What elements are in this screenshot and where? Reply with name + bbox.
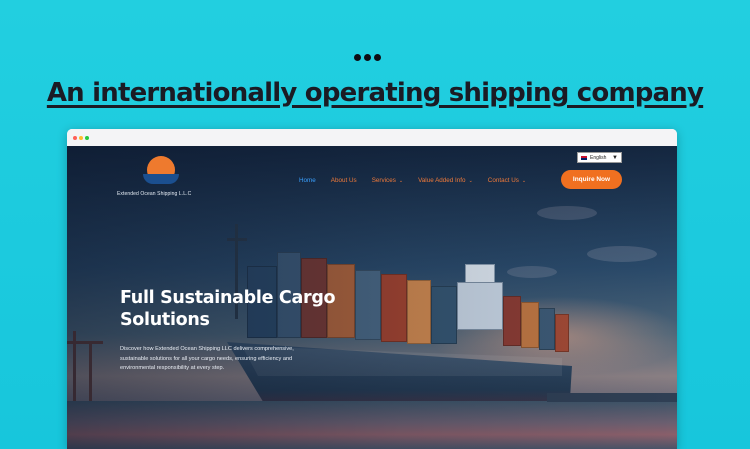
nav-label: Value Added Info (418, 177, 466, 184)
nav-label: Contact Us (487, 177, 519, 184)
chevron-down-icon: ⌄ (468, 177, 473, 184)
browser-chrome (67, 129, 677, 146)
dot (364, 54, 371, 61)
browser-window: Extended Ocean Shipping L.L.C English ▼ … (67, 129, 677, 449)
website-viewport: Extended Ocean Shipping L.L.C English ▼ … (67, 146, 677, 449)
nav-label: About Us (330, 177, 357, 184)
logo-wave-icon (143, 174, 179, 184)
main-nav: Home About Us Services ⌄ Value Added Inf… (299, 177, 526, 184)
nav-item-home[interactable]: Home (299, 177, 316, 184)
nav-item-value-added-info[interactable]: Value Added Info ⌄ (418, 177, 473, 184)
maximize-dot-icon[interactable] (85, 136, 89, 140)
headline-text: An internationally operating shipping co… (46, 78, 704, 108)
brand-name[interactable]: Extended Ocean Shipping L.L.C (117, 191, 207, 197)
language-label: English (590, 154, 607, 161)
hero-description: Discover how Extended Ocean Shipping LLC… (120, 346, 294, 372)
chevron-down-icon: ⌄ (398, 177, 404, 184)
dot (354, 54, 361, 61)
minimize-dot-icon[interactable] (79, 136, 83, 140)
company-logo[interactable] (143, 156, 179, 186)
nav-label: Services (371, 177, 396, 184)
inquire-now-button[interactable]: Inquire Now (561, 170, 622, 189)
nav-item-services[interactable]: Services ⌄ (372, 177, 403, 184)
dropdown-caret-icon: ▼ (612, 154, 618, 161)
nav-item-about-us[interactable]: About Us (331, 177, 357, 184)
uk-flag-icon (581, 155, 587, 160)
hero-title: Full Sustainable Cargo Solutions (120, 288, 336, 330)
close-dot-icon[interactable] (73, 136, 77, 140)
nav-item-contact-us[interactable]: Contact Us ⌄ (488, 177, 526, 184)
page-headline: An internationally operating shipping co… (0, 78, 750, 108)
dot (374, 54, 381, 61)
chevron-down-icon: ⌄ (521, 177, 527, 184)
nav-label: Home (299, 177, 316, 184)
language-selector[interactable]: English ▼ (577, 152, 622, 163)
dots-indicator (354, 54, 381, 61)
